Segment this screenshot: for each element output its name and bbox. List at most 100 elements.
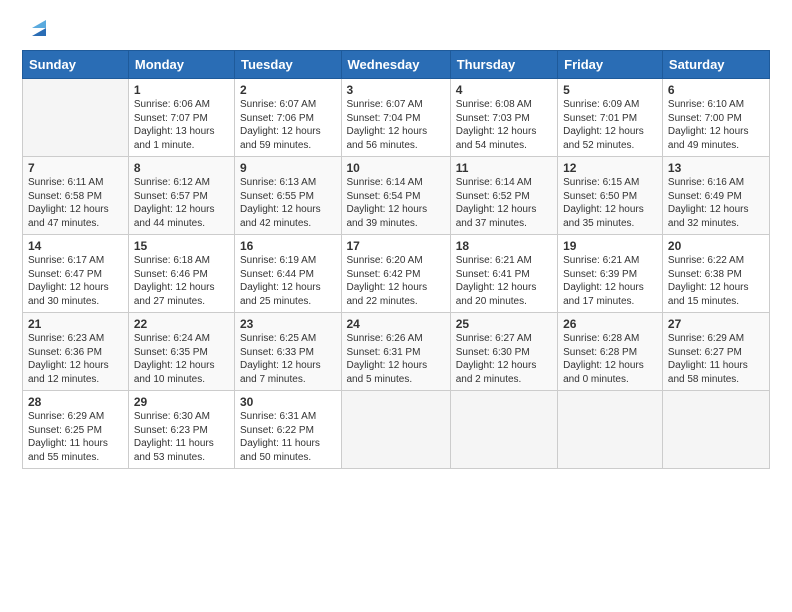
day-info: Sunrise: 6:14 AMSunset: 6:54 PMDaylight:… bbox=[347, 176, 445, 230]
calendar-cell: 23Sunrise: 6:25 AMSunset: 6:33 PMDayligh… bbox=[235, 313, 342, 391]
day-number: 7 bbox=[28, 161, 123, 175]
calendar-header-monday: Monday bbox=[128, 51, 234, 79]
day-number: 11 bbox=[456, 161, 552, 175]
calendar-cell: 12Sunrise: 6:15 AMSunset: 6:50 PMDayligh… bbox=[558, 157, 663, 235]
calendar-cell: 21Sunrise: 6:23 AMSunset: 6:36 PMDayligh… bbox=[23, 313, 129, 391]
day-info: Sunrise: 6:10 AMSunset: 7:00 PMDaylight:… bbox=[668, 98, 764, 152]
calendar-cell: 6Sunrise: 6:10 AMSunset: 7:00 PMDaylight… bbox=[662, 79, 769, 157]
day-info: Sunrise: 6:29 AMSunset: 6:27 PMDaylight:… bbox=[668, 332, 764, 386]
calendar-week-4: 21Sunrise: 6:23 AMSunset: 6:36 PMDayligh… bbox=[23, 313, 770, 391]
day-number: 14 bbox=[28, 239, 123, 253]
day-info: Sunrise: 6:21 AMSunset: 6:39 PMDaylight:… bbox=[563, 254, 657, 308]
day-number: 9 bbox=[240, 161, 336, 175]
calendar-cell: 1Sunrise: 6:06 AMSunset: 7:07 PMDaylight… bbox=[128, 79, 234, 157]
calendar-week-2: 7Sunrise: 6:11 AMSunset: 6:58 PMDaylight… bbox=[23, 157, 770, 235]
day-info: Sunrise: 6:06 AMSunset: 7:07 PMDaylight:… bbox=[134, 98, 229, 152]
day-number: 23 bbox=[240, 317, 336, 331]
day-number: 1 bbox=[134, 83, 229, 97]
calendar-cell: 5Sunrise: 6:09 AMSunset: 7:01 PMDaylight… bbox=[558, 79, 663, 157]
calendar-cell: 4Sunrise: 6:08 AMSunset: 7:03 PMDaylight… bbox=[450, 79, 557, 157]
calendar-cell: 11Sunrise: 6:14 AMSunset: 6:52 PMDayligh… bbox=[450, 157, 557, 235]
calendar-cell bbox=[450, 391, 557, 469]
calendar-cell: 8Sunrise: 6:12 AMSunset: 6:57 PMDaylight… bbox=[128, 157, 234, 235]
calendar-cell: 9Sunrise: 6:13 AMSunset: 6:55 PMDaylight… bbox=[235, 157, 342, 235]
day-info: Sunrise: 6:23 AMSunset: 6:36 PMDaylight:… bbox=[28, 332, 123, 386]
day-info: Sunrise: 6:24 AMSunset: 6:35 PMDaylight:… bbox=[134, 332, 229, 386]
day-number: 17 bbox=[347, 239, 445, 253]
calendar-header-wednesday: Wednesday bbox=[341, 51, 450, 79]
calendar-header-row: SundayMondayTuesdayWednesdayThursdayFrid… bbox=[23, 51, 770, 79]
day-info: Sunrise: 6:09 AMSunset: 7:01 PMDaylight:… bbox=[563, 98, 657, 152]
calendar-week-1: 1Sunrise: 6:06 AMSunset: 7:07 PMDaylight… bbox=[23, 79, 770, 157]
calendar-cell: 19Sunrise: 6:21 AMSunset: 6:39 PMDayligh… bbox=[558, 235, 663, 313]
calendar-cell: 26Sunrise: 6:28 AMSunset: 6:28 PMDayligh… bbox=[558, 313, 663, 391]
day-number: 30 bbox=[240, 395, 336, 409]
day-number: 21 bbox=[28, 317, 123, 331]
calendar-cell: 15Sunrise: 6:18 AMSunset: 6:46 PMDayligh… bbox=[128, 235, 234, 313]
day-info: Sunrise: 6:08 AMSunset: 7:03 PMDaylight:… bbox=[456, 98, 552, 152]
day-info: Sunrise: 6:15 AMSunset: 6:50 PMDaylight:… bbox=[563, 176, 657, 230]
day-number: 10 bbox=[347, 161, 445, 175]
calendar-cell: 18Sunrise: 6:21 AMSunset: 6:41 PMDayligh… bbox=[450, 235, 557, 313]
calendar-cell: 14Sunrise: 6:17 AMSunset: 6:47 PMDayligh… bbox=[23, 235, 129, 313]
day-info: Sunrise: 6:30 AMSunset: 6:23 PMDaylight:… bbox=[134, 410, 229, 464]
day-info: Sunrise: 6:29 AMSunset: 6:25 PMDaylight:… bbox=[28, 410, 123, 464]
calendar-table: SundayMondayTuesdayWednesdayThursdayFrid… bbox=[22, 50, 770, 469]
day-info: Sunrise: 6:26 AMSunset: 6:31 PMDaylight:… bbox=[347, 332, 445, 386]
day-info: Sunrise: 6:17 AMSunset: 6:47 PMDaylight:… bbox=[28, 254, 123, 308]
calendar-cell: 22Sunrise: 6:24 AMSunset: 6:35 PMDayligh… bbox=[128, 313, 234, 391]
calendar-cell: 20Sunrise: 6:22 AMSunset: 6:38 PMDayligh… bbox=[662, 235, 769, 313]
calendar-header-sunday: Sunday bbox=[23, 51, 129, 79]
calendar-cell: 28Sunrise: 6:29 AMSunset: 6:25 PMDayligh… bbox=[23, 391, 129, 469]
day-info: Sunrise: 6:28 AMSunset: 6:28 PMDaylight:… bbox=[563, 332, 657, 386]
day-number: 6 bbox=[668, 83, 764, 97]
day-info: Sunrise: 6:16 AMSunset: 6:49 PMDaylight:… bbox=[668, 176, 764, 230]
calendar-cell: 29Sunrise: 6:30 AMSunset: 6:23 PMDayligh… bbox=[128, 391, 234, 469]
day-info: Sunrise: 6:31 AMSunset: 6:22 PMDaylight:… bbox=[240, 410, 336, 464]
header bbox=[22, 18, 770, 40]
day-number: 5 bbox=[563, 83, 657, 97]
day-number: 3 bbox=[347, 83, 445, 97]
calendar-cell: 10Sunrise: 6:14 AMSunset: 6:54 PMDayligh… bbox=[341, 157, 450, 235]
logo-icon bbox=[28, 18, 50, 40]
calendar-cell: 27Sunrise: 6:29 AMSunset: 6:27 PMDayligh… bbox=[662, 313, 769, 391]
day-info: Sunrise: 6:20 AMSunset: 6:42 PMDaylight:… bbox=[347, 254, 445, 308]
calendar-header-thursday: Thursday bbox=[450, 51, 557, 79]
day-info: Sunrise: 6:27 AMSunset: 6:30 PMDaylight:… bbox=[456, 332, 552, 386]
day-info: Sunrise: 6:07 AMSunset: 7:06 PMDaylight:… bbox=[240, 98, 336, 152]
day-number: 2 bbox=[240, 83, 336, 97]
day-info: Sunrise: 6:21 AMSunset: 6:41 PMDaylight:… bbox=[456, 254, 552, 308]
day-info: Sunrise: 6:18 AMSunset: 6:46 PMDaylight:… bbox=[134, 254, 229, 308]
day-number: 16 bbox=[240, 239, 336, 253]
calendar-cell: 24Sunrise: 6:26 AMSunset: 6:31 PMDayligh… bbox=[341, 313, 450, 391]
calendar-cell: 2Sunrise: 6:07 AMSunset: 7:06 PMDaylight… bbox=[235, 79, 342, 157]
day-number: 8 bbox=[134, 161, 229, 175]
day-number: 24 bbox=[347, 317, 445, 331]
day-info: Sunrise: 6:25 AMSunset: 6:33 PMDaylight:… bbox=[240, 332, 336, 386]
calendar-cell: 7Sunrise: 6:11 AMSunset: 6:58 PMDaylight… bbox=[23, 157, 129, 235]
calendar-header-saturday: Saturday bbox=[662, 51, 769, 79]
day-number: 25 bbox=[456, 317, 552, 331]
calendar-cell bbox=[662, 391, 769, 469]
calendar-cell: 17Sunrise: 6:20 AMSunset: 6:42 PMDayligh… bbox=[341, 235, 450, 313]
calendar-cell: 30Sunrise: 6:31 AMSunset: 6:22 PMDayligh… bbox=[235, 391, 342, 469]
day-number: 20 bbox=[668, 239, 764, 253]
calendar-cell: 13Sunrise: 6:16 AMSunset: 6:49 PMDayligh… bbox=[662, 157, 769, 235]
day-number: 22 bbox=[134, 317, 229, 331]
day-number: 18 bbox=[456, 239, 552, 253]
day-info: Sunrise: 6:14 AMSunset: 6:52 PMDaylight:… bbox=[456, 176, 552, 230]
calendar-cell: 16Sunrise: 6:19 AMSunset: 6:44 PMDayligh… bbox=[235, 235, 342, 313]
calendar-header-tuesday: Tuesday bbox=[235, 51, 342, 79]
day-number: 27 bbox=[668, 317, 764, 331]
calendar-cell bbox=[341, 391, 450, 469]
calendar-week-3: 14Sunrise: 6:17 AMSunset: 6:47 PMDayligh… bbox=[23, 235, 770, 313]
calendar-week-5: 28Sunrise: 6:29 AMSunset: 6:25 PMDayligh… bbox=[23, 391, 770, 469]
day-number: 29 bbox=[134, 395, 229, 409]
day-number: 12 bbox=[563, 161, 657, 175]
day-info: Sunrise: 6:07 AMSunset: 7:04 PMDaylight:… bbox=[347, 98, 445, 152]
day-info: Sunrise: 6:12 AMSunset: 6:57 PMDaylight:… bbox=[134, 176, 229, 230]
day-info: Sunrise: 6:11 AMSunset: 6:58 PMDaylight:… bbox=[28, 176, 123, 230]
day-info: Sunrise: 6:13 AMSunset: 6:55 PMDaylight:… bbox=[240, 176, 336, 230]
calendar-cell bbox=[558, 391, 663, 469]
logo bbox=[22, 18, 50, 40]
